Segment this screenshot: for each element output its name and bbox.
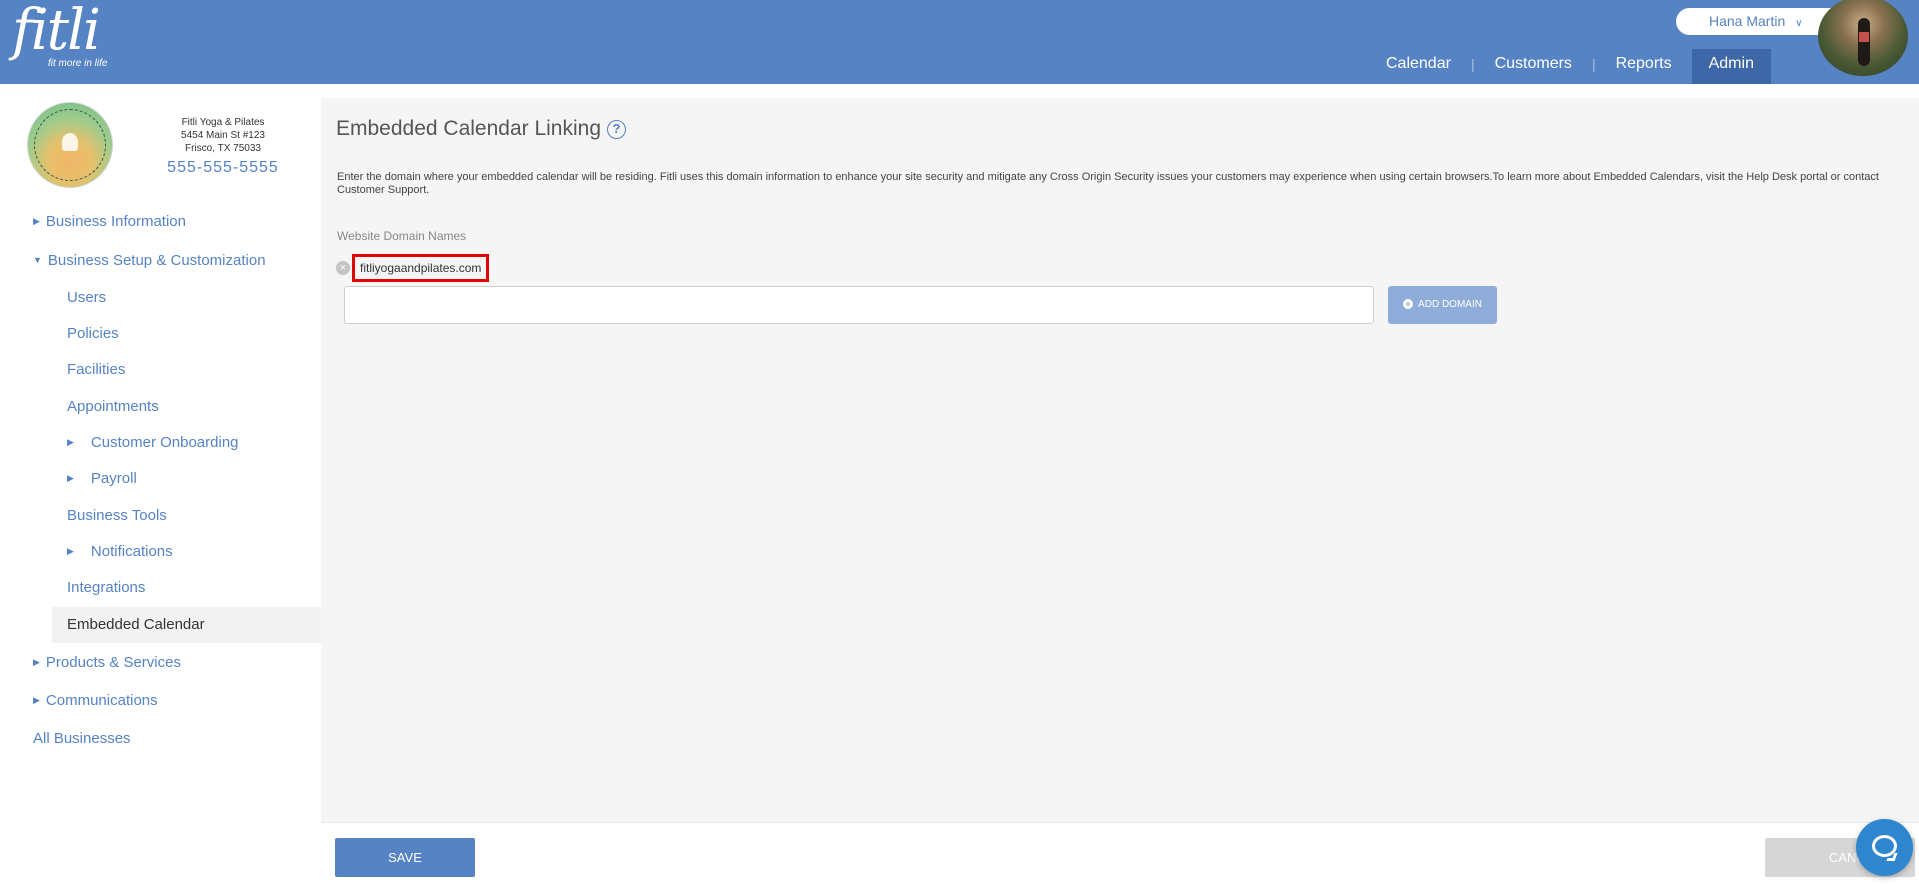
domain-field-label: Website Domain Names <box>337 229 467 243</box>
avatar[interactable] <box>1818 0 1908 76</box>
business-info: Fitli Yoga & Pilates 5454 Main St #123 F… <box>155 116 291 178</box>
sidebar-item-appointments[interactable]: Appointments <box>67 398 159 415</box>
page-description: Enter the domain where your embedded cal… <box>337 171 1879 196</box>
sidebar-item-business-information[interactable]: ▶ Business Information <box>33 213 186 230</box>
business-phone: 555-555-5555 <box>167 159 279 176</box>
lotus-icon <box>62 133 78 151</box>
sidebar-item-communications[interactable]: ▶ Communications <box>33 692 158 709</box>
domain-value: fitliyogaandpilates.com <box>352 254 490 282</box>
business-address-line2: Frisco, TX 75033 <box>185 143 261 154</box>
page-title: Embedded Calendar Linking ? <box>336 117 627 141</box>
plus-circle-icon: + <box>1403 299 1414 309</box>
avatar-figure <box>1858 18 1870 66</box>
sidebar-item-users[interactable]: Users <box>67 289 106 306</box>
chat-bubble-tail <box>1886 853 1898 861</box>
main-nav: Calendar | Customers | Reports Admin <box>1366 49 1771 84</box>
nav-customers[interactable]: Customers <box>1475 49 1592 84</box>
sidebar-item-policies[interactable]: Policies <box>67 325 119 342</box>
domain-chip: × fitliyogaandpilates.com <box>336 254 490 282</box>
sidebar-item-notifications[interactable]: ▶ Notifications <box>67 543 173 560</box>
logo-tagline: fit more in life <box>48 58 108 69</box>
save-button[interactable]: SAVE <box>335 838 475 877</box>
caret-right-icon: ▶ <box>33 657 40 667</box>
sidebar-item-facilities[interactable]: Facilities <box>67 361 125 378</box>
avatar-figure-top <box>1859 32 1869 42</box>
nav-admin[interactable]: Admin <box>1691 49 1771 84</box>
sidebar-item-all-businesses[interactable]: All Businesses <box>33 730 131 747</box>
caret-right-icon: ▶ <box>33 695 40 705</box>
help-icon[interactable]: ? <box>607 119 627 139</box>
chat-support-button[interactable] <box>1856 819 1913 876</box>
footer-bar: SAVE CANCEL <box>321 822 1919 886</box>
domain-input[interactable] <box>344 286 1374 324</box>
sidebar-item-business-tools[interactable]: Business Tools <box>67 507 167 524</box>
sidebar-item-payroll[interactable]: ▶ Payroll <box>67 470 137 487</box>
sidebar: Fitli Yoga & Pilates 5454 Main St #123 F… <box>0 84 321 886</box>
sidebar-item-customer-onboarding[interactable]: ▶ Customer Onboarding <box>67 434 239 451</box>
nav-calendar[interactable]: Calendar <box>1366 49 1471 84</box>
caret-right-icon: ▶ <box>67 437 74 447</box>
add-domain-button[interactable]: + ADD DOMAIN <box>1388 286 1497 324</box>
user-name: Hana Martin <box>1709 13 1786 29</box>
main-content: Embedded Calendar Linking ? Enter the do… <box>321 98 1919 822</box>
sidebar-item-products-services[interactable]: ▶ Products & Services <box>33 654 181 671</box>
caret-right-icon: ▶ <box>67 473 74 483</box>
business-name: Fitli Yoga & Pilates <box>181 117 265 128</box>
nav-reports[interactable]: Reports <box>1596 49 1692 84</box>
caret-right-icon: ▶ <box>33 216 40 226</box>
business-logo <box>27 102 113 188</box>
business-address-line1: 5454 Main St #123 <box>181 130 265 141</box>
logo-text: fitli <box>12 0 101 63</box>
sidebar-item-integrations[interactable]: Integrations <box>67 579 145 596</box>
remove-domain-icon[interactable]: × <box>336 261 350 275</box>
fitli-logo[interactable]: fitli fit more in life <box>12 0 107 70</box>
chevron-down-icon: ∨ <box>1795 18 1803 29</box>
caret-down-icon: ▼ <box>33 255 42 265</box>
caret-right-icon: ▶ <box>67 546 74 556</box>
top-header: fitli fit more in life Hana Martin ∨ Cale… <box>0 0 1919 84</box>
sidebar-item-embedded-calendar[interactable]: Embedded Calendar <box>52 607 321 643</box>
sidebar-item-business-setup[interactable]: ▼ Business Setup & Customization <box>33 252 266 269</box>
